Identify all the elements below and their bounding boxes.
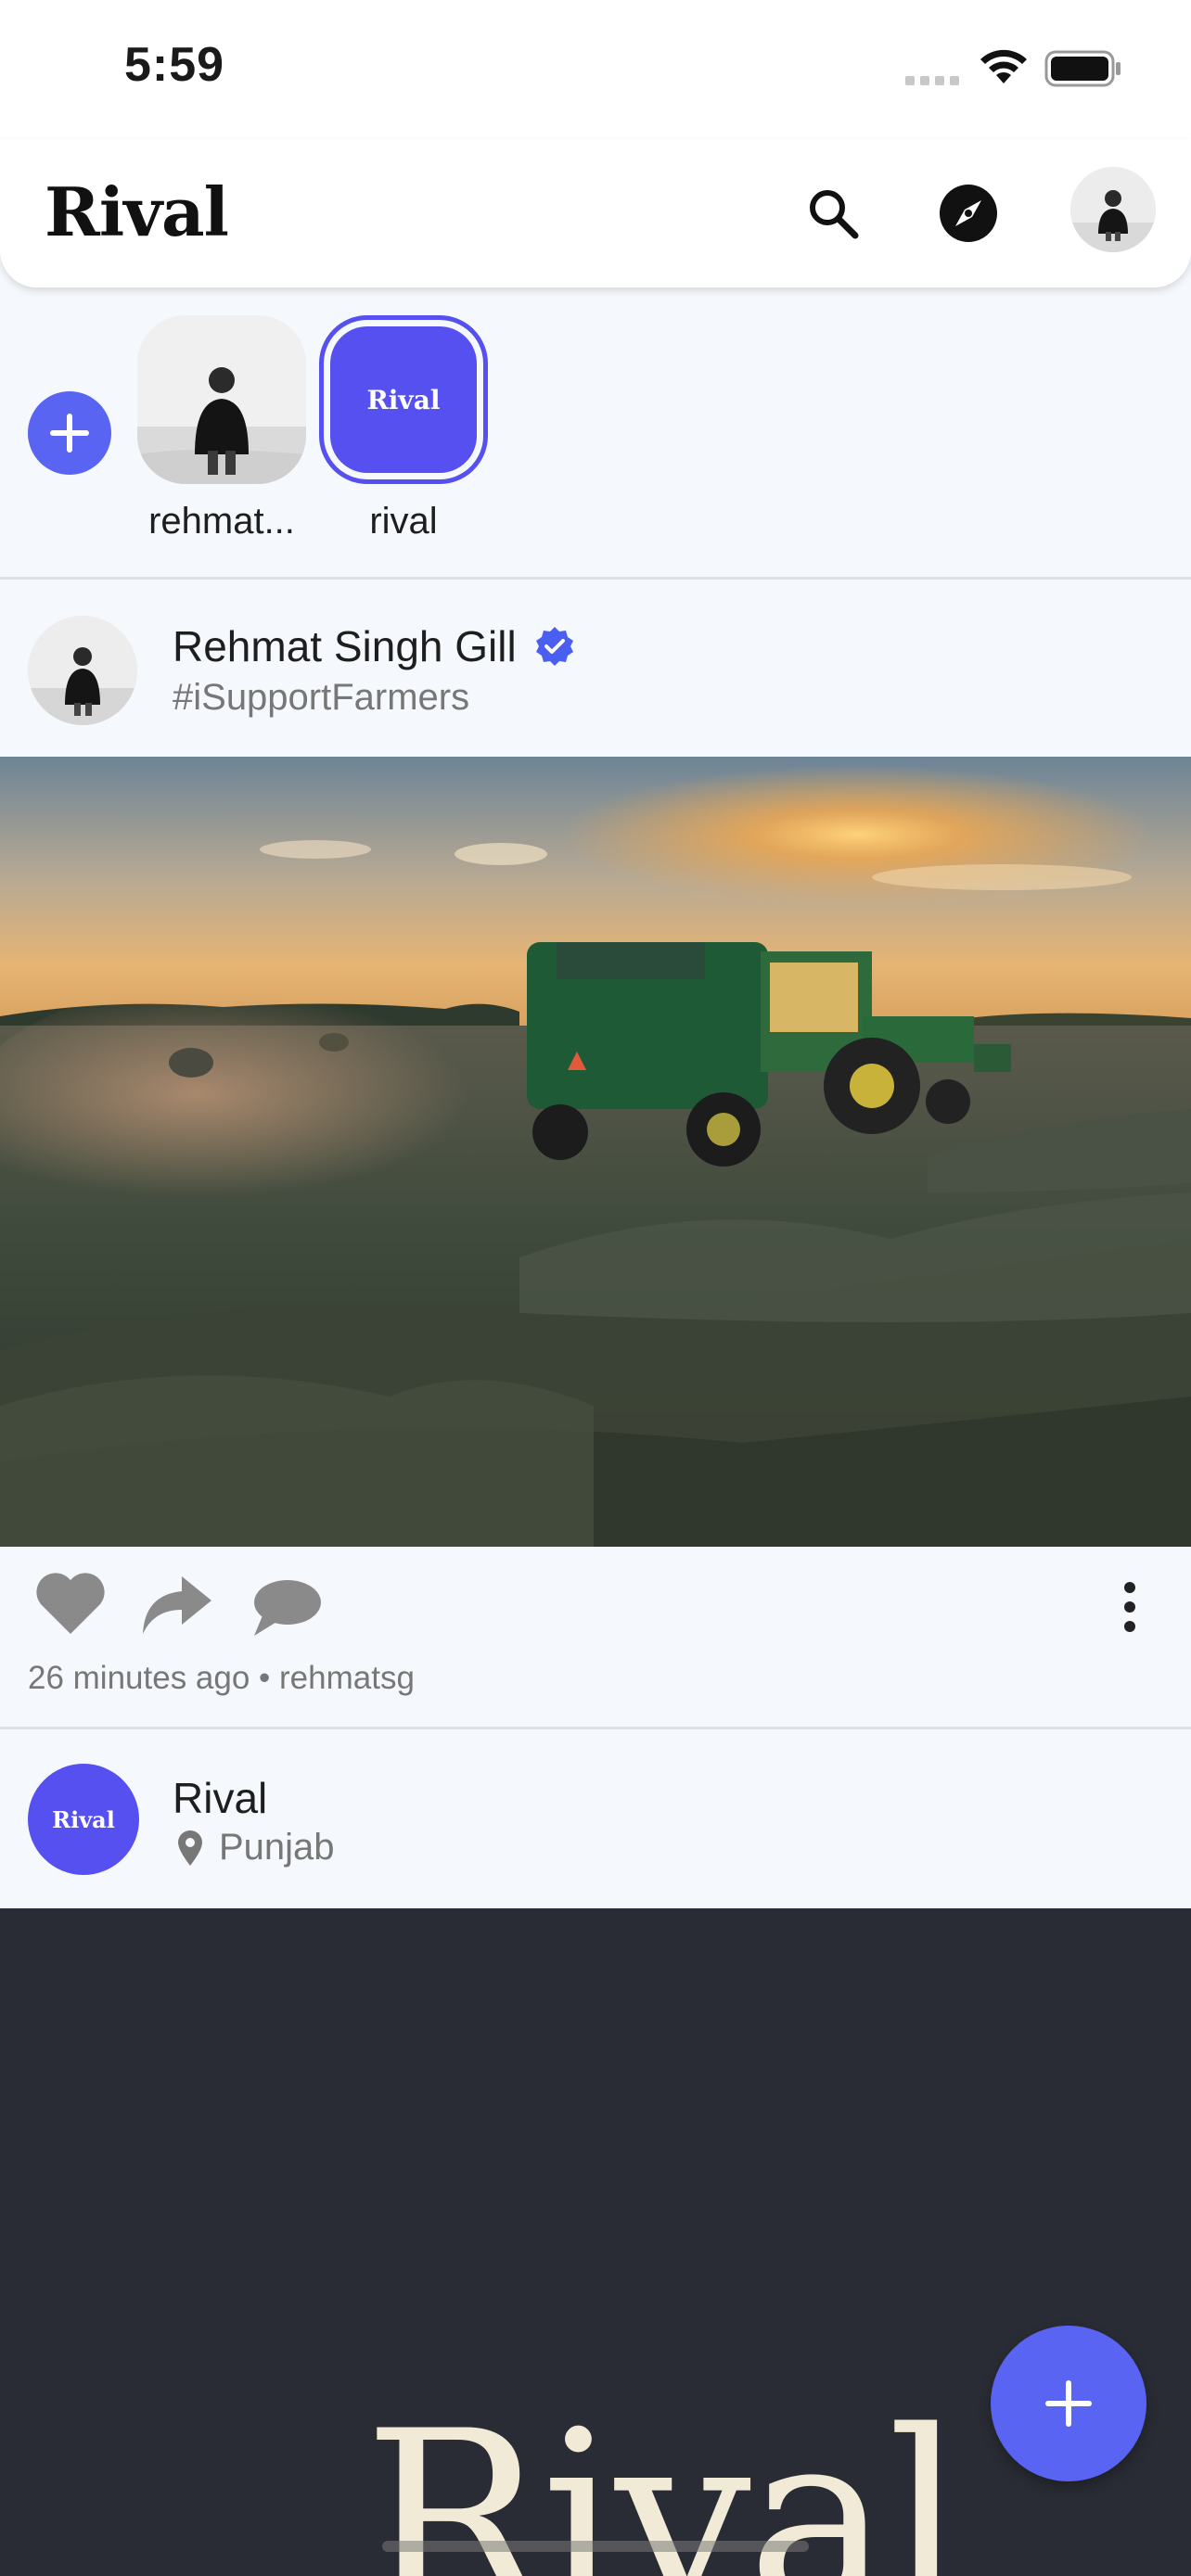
app-header: Rival [0, 139, 1191, 287]
plus-icon [1045, 2380, 1092, 2427]
search-icon [810, 190, 859, 239]
divider [0, 577, 1191, 580]
story-photo [137, 315, 306, 484]
stories-row: rehmat... Rival rival [0, 287, 1191, 577]
avatar-photo [1070, 167, 1156, 252]
story-thumbnail [137, 315, 306, 484]
add-story-button[interactable] [28, 391, 111, 475]
story-item-rival[interactable]: Rival rival [319, 315, 488, 542]
avatar-photo [28, 616, 137, 725]
location-pin-icon [178, 1830, 202, 1866]
rival-avatar[interactable]: Rival [28, 1764, 139, 1875]
dark-post-panel[interactable]: Rival [0, 1908, 1191, 2576]
share-button[interactable] [139, 1575, 213, 1640]
status-time: 5:59 [124, 38, 225, 92]
app-title: Rival [45, 172, 229, 251]
share-arrow-icon [143, 1576, 211, 1634]
search-button[interactable] [800, 180, 866, 247]
story-item-rehmat[interactable]: rehmat... [137, 315, 306, 542]
post-author-name[interactable]: Rehmat Singh Gill [173, 621, 517, 671]
verified-badge-icon [535, 627, 573, 666]
post-header: Rehmat Singh Gill #iSupportFarmers [0, 580, 1191, 757]
post-hashtag[interactable]: #iSupportFarmers [173, 677, 469, 719]
comment-button[interactable] [249, 1576, 323, 1644]
heart-icon [36, 1573, 105, 1634]
battery-icon [1044, 50, 1121, 87]
story-thumbnail: Rival [319, 315, 488, 484]
profile-name[interactable]: Rival [173, 1773, 267, 1823]
compass-icon [940, 185, 997, 242]
post-actions: 26 minutes ago • rehmatsg [0, 1547, 1191, 1727]
cellular-signal-icon [905, 76, 959, 85]
more-vertical-icon [1124, 1582, 1135, 1632]
explore-button[interactable] [935, 180, 1002, 247]
wifi-icon [980, 49, 1027, 83]
rival-logo-badge: Rival [330, 326, 477, 473]
more-options-button[interactable] [1113, 1578, 1146, 1642]
tractor-field-photo [0, 757, 1191, 1547]
profile-avatar-button[interactable] [1070, 167, 1156, 252]
post-author-avatar[interactable] [28, 616, 137, 725]
location-text: Punjab [219, 1827, 335, 1868]
like-button[interactable] [33, 1569, 108, 1640]
divider [0, 1727, 1191, 1729]
post-author-row: Rehmat Singh Gill [173, 621, 576, 671]
post-meta: 26 minutes ago • rehmatsg [28, 1660, 415, 1696]
location-row: Punjab [176, 1827, 335, 1868]
plus-icon [50, 414, 89, 453]
comment-bubble-icon [254, 1580, 321, 1636]
story-label: rival [369, 501, 438, 542]
post-image[interactable] [0, 757, 1191, 1547]
profile-row[interactable]: Rival Rival Punjab [0, 1730, 1191, 1908]
home-indicator[interactable] [382, 2541, 809, 2552]
status-bar: 5:59 [0, 0, 1191, 139]
create-post-button[interactable] [991, 2326, 1146, 2481]
story-label: rehmat... [148, 501, 295, 542]
